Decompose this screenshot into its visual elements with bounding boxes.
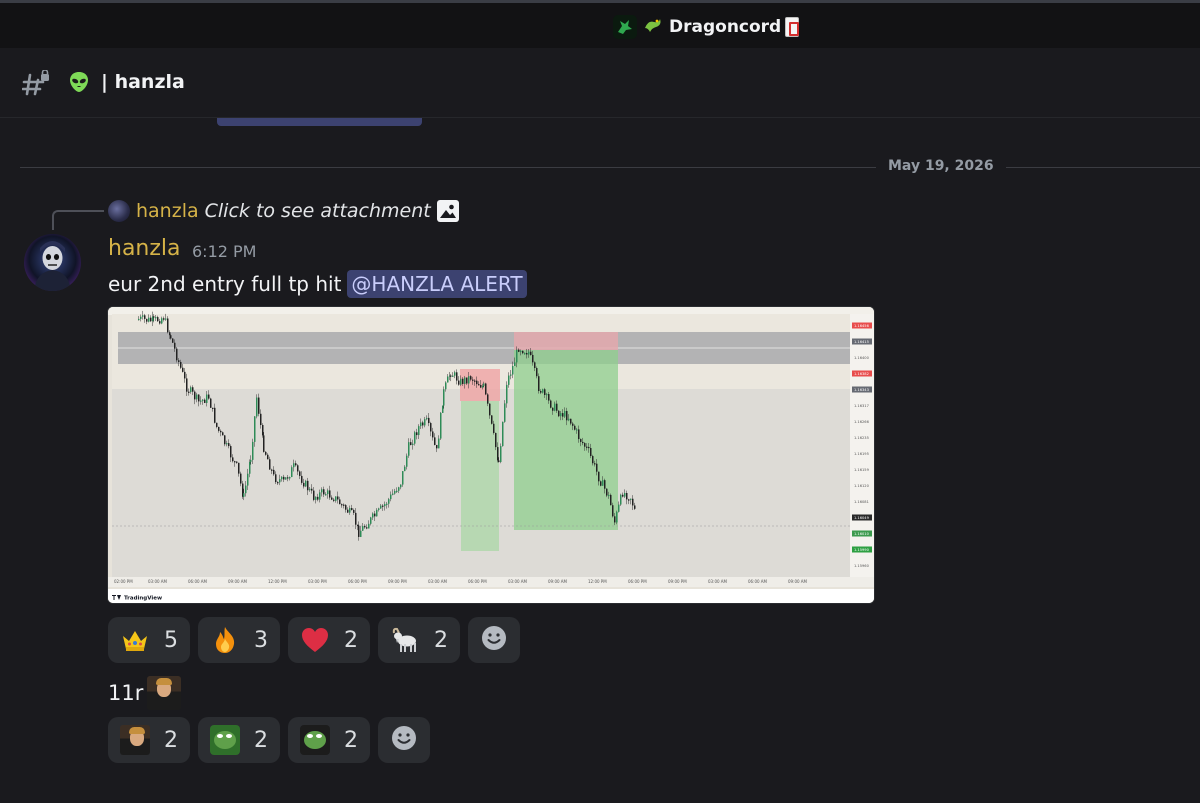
reply-avatar bbox=[108, 200, 130, 222]
reply-author[interactable]: hanzla bbox=[136, 200, 199, 222]
mahjong-dragon-icon bbox=[785, 17, 800, 37]
svg-text:12:00 PM: 12:00 PM bbox=[268, 579, 287, 584]
message-author[interactable]: hanzla bbox=[108, 236, 181, 261]
svg-text:09:00 AM: 09:00 AM bbox=[788, 579, 808, 584]
reaction-count: 2 bbox=[164, 727, 178, 753]
channel-name: hanzla bbox=[114, 71, 185, 93]
date-divider: May 19, 2026 bbox=[876, 158, 1006, 174]
smiley-icon bbox=[390, 724, 418, 756]
reaction-goat[interactable]: 2 bbox=[378, 617, 460, 663]
reaction-fire[interactable]: 3 bbox=[198, 617, 280, 663]
date-divider-line bbox=[20, 167, 1200, 168]
reaction-pepe-suit[interactable]: 2 bbox=[288, 717, 370, 763]
pepe-suit-icon bbox=[300, 725, 330, 755]
svg-text:03:00 AM: 03:00 AM bbox=[708, 579, 728, 584]
svg-text:06:00 PM: 06:00 PM bbox=[628, 579, 647, 584]
server-dragon-icon bbox=[613, 15, 637, 39]
price-axis-label: 1.15990 bbox=[854, 548, 870, 552]
reaction-cheers[interactable]: 2 bbox=[108, 717, 190, 763]
price-axis-label: 1.16456 bbox=[854, 324, 870, 328]
svg-text:09:00 AM: 09:00 AM bbox=[228, 579, 248, 584]
heart-icon bbox=[300, 625, 330, 655]
price-axis-label: 1.16049 bbox=[854, 516, 870, 520]
reaction-crown[interactable]: 5 bbox=[108, 617, 190, 663]
svg-text:12:00 PM: 12:00 PM bbox=[588, 579, 607, 584]
svg-text:09:00 PM: 09:00 PM bbox=[668, 579, 687, 584]
svg-text:09:00 AM: 09:00 AM bbox=[548, 579, 568, 584]
price-axis-label: 1.16195 bbox=[854, 452, 869, 456]
second-message-text: 11r bbox=[108, 681, 144, 705]
svg-text:02:00 PM: 02:00 PM bbox=[114, 579, 133, 584]
message-content: eur 2nd entry full tp hit @HANZLA ALERT bbox=[108, 270, 527, 298]
title-bar: Dragoncord bbox=[0, 3, 1200, 48]
tradingview-footer: TradingView bbox=[124, 596, 162, 602]
svg-text:03:00 AM: 03:00 AM bbox=[428, 579, 448, 584]
price-axis-label: 1.16010 bbox=[854, 532, 870, 536]
svg-text:06:00 PM: 06:00 PM bbox=[348, 579, 367, 584]
reaction-bar: 5 3 2 2 bbox=[108, 617, 520, 663]
author-avatar[interactable] bbox=[24, 234, 81, 291]
reaction-count: 2 bbox=[254, 727, 268, 753]
price-axis-label: 1.16415 bbox=[854, 340, 869, 344]
svg-text:03:00 AM: 03:00 AM bbox=[508, 579, 528, 584]
price-axis-label: 1.16266 bbox=[854, 420, 870, 424]
price-axis-label: 1.15960 bbox=[854, 564, 870, 568]
alien-icon bbox=[67, 70, 91, 94]
reaction-pepe[interactable]: 2 bbox=[198, 717, 280, 763]
price-axis-label: 1.16120 bbox=[854, 484, 870, 488]
reaction-count: 5 bbox=[164, 627, 178, 653]
price-axis-label: 1.16382 bbox=[854, 372, 869, 376]
chart-attachment[interactable]: 1.16456 1.16415 1.16400 1.16382 1.16343 1.163… bbox=[107, 306, 875, 604]
svg-text:06:00 AM: 06:00 AM bbox=[748, 579, 768, 584]
svg-text:03:00 AM: 03:00 AM bbox=[148, 579, 168, 584]
channel-separator: | bbox=[101, 71, 108, 93]
reply-connector bbox=[52, 210, 104, 230]
add-reaction-button[interactable] bbox=[378, 717, 430, 763]
svg-text:06:00 PM: 06:00 PM bbox=[468, 579, 487, 584]
server-name: Dragoncord bbox=[669, 17, 782, 37]
reply-preview[interactable]: hanzla Click to see attachment bbox=[108, 200, 459, 222]
add-reaction-button[interactable] bbox=[468, 617, 520, 663]
price-axis-label: 1.16235 bbox=[854, 436, 869, 440]
pepe-icon bbox=[210, 725, 240, 755]
server-title[interactable]: Dragoncord bbox=[613, 15, 800, 39]
role-mention[interactable]: @HANZLA ALERT bbox=[347, 270, 527, 298]
price-axis-label: 1.16400 bbox=[854, 356, 870, 360]
crown-icon bbox=[120, 625, 150, 655]
previous-message-mention bbox=[217, 118, 422, 126]
thread-hash-icon bbox=[21, 69, 52, 96]
svg-text:06:00 AM: 06:00 AM bbox=[188, 579, 208, 584]
reaction-count: 2 bbox=[434, 627, 448, 653]
cheers-icon bbox=[147, 676, 182, 710]
reaction-bar-2: 2 2 2 bbox=[108, 717, 430, 763]
fire-icon bbox=[210, 625, 240, 655]
smiley-icon bbox=[480, 624, 508, 656]
svg-text:03:00 PM: 03:00 PM bbox=[308, 579, 327, 584]
cheers-icon bbox=[120, 725, 150, 755]
channel-header: | hanzla bbox=[0, 48, 1200, 118]
second-message: 11r bbox=[108, 676, 182, 710]
chart-screenshot: 1.16456 1.16415 1.16400 1.16382 1.16343 1.163… bbox=[108, 307, 874, 603]
goat-icon bbox=[390, 625, 420, 655]
message-text: eur 2nd entry full tp hit bbox=[108, 272, 342, 296]
reaction-count: 2 bbox=[344, 627, 358, 653]
image-icon bbox=[436, 200, 459, 222]
price-axis-label: 1.16081 bbox=[854, 500, 869, 504]
reaction-heart[interactable]: 2 bbox=[288, 617, 370, 663]
price-axis-label: 1.16343 bbox=[854, 388, 869, 392]
price-axis-label: 1.16317 bbox=[854, 404, 869, 408]
svg-text:09:00 PM: 09:00 PM bbox=[388, 579, 407, 584]
message-timestamp: 6:12 PM bbox=[192, 242, 257, 261]
price-axis-label: 1.16159 bbox=[854, 468, 870, 472]
dragon-emoji-icon bbox=[643, 15, 663, 39]
reaction-count: 2 bbox=[344, 727, 358, 753]
reaction-count: 3 bbox=[254, 627, 268, 653]
reply-text[interactable]: Click to see attachment bbox=[205, 200, 431, 222]
